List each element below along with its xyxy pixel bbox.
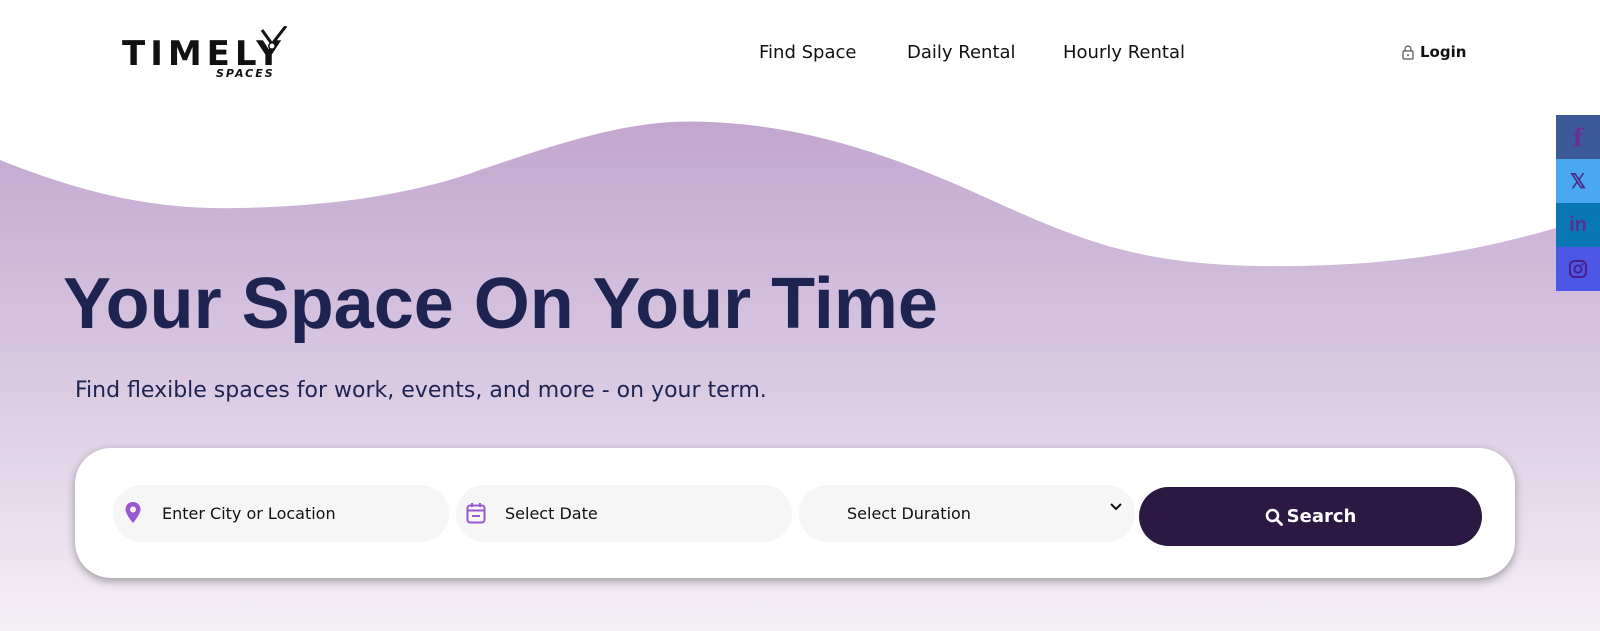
x-twitter-icon: 𝕏 [1569, 170, 1587, 193]
login-label: Login [1420, 43, 1467, 61]
brand-tagline: SPACES [216, 67, 275, 80]
search-button-label: Search [1286, 506, 1357, 527]
site-header: TIMELY SPACES Find Space Daily Rental Ho… [0, 0, 1600, 100]
search-panel: Enter City or Location Select Date Selec… [75, 448, 1515, 578]
x-twitter-button[interactable]: 𝕏 [1556, 159, 1600, 203]
brand-logo[interactable]: TIMELY SPACES [120, 24, 295, 86]
facebook-icon: f [1572, 122, 1584, 152]
lock-icon [1402, 44, 1414, 60]
instagram-button[interactable] [1556, 247, 1600, 291]
nav-daily-rental[interactable]: Daily Rental [907, 42, 1016, 63]
chevron-down-icon [1110, 503, 1122, 511]
location-pin-icon [121, 501, 145, 525]
linkedin-button[interactable]: in [1556, 203, 1600, 247]
hero-headline: Your Space On Your Time [63, 264, 938, 344]
search-button[interactable]: Search [1139, 487, 1482, 546]
calendar-icon [464, 501, 488, 525]
date-placeholder: Select Date [505, 504, 598, 523]
facebook-button[interactable]: f [1556, 115, 1600, 159]
date-picker[interactable]: Select Date [456, 485, 792, 542]
social-sidebar: f 𝕏 in [1556, 115, 1600, 291]
instagram-icon [1569, 260, 1587, 278]
search-icon [1265, 508, 1283, 526]
location-input[interactable]: Enter City or Location [113, 485, 449, 542]
nav-hourly-rental[interactable]: Hourly Rental [1063, 42, 1185, 63]
linkedin-icon: in [1569, 213, 1587, 236]
hero-subheadline: Find flexible spaces for work, events, a… [75, 378, 767, 403]
duration-selected-value: Select Duration [847, 504, 971, 523]
location-placeholder: Enter City or Location [162, 504, 336, 523]
nav-find-space[interactable]: Find Space [759, 42, 856, 63]
login-link[interactable]: Login [1402, 43, 1466, 61]
clock-hands-icon [260, 26, 288, 50]
duration-select[interactable]: Select Duration [799, 485, 1135, 542]
